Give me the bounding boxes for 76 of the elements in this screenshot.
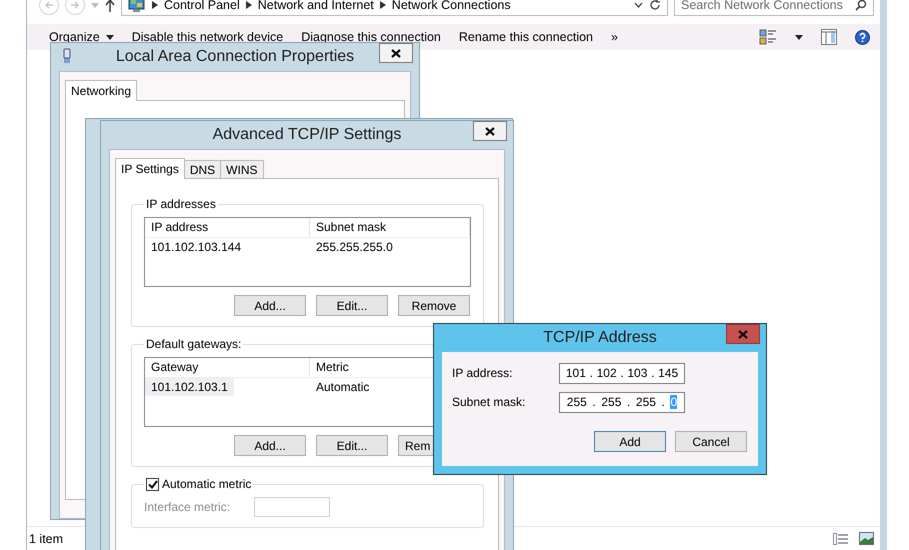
chevron-right-icon [380,1,386,9]
window-title: TCP/IP Address [543,328,657,346]
dialog-button[interactable]: Add... [234,295,306,316]
close-icon [391,48,401,58]
close-button[interactable] [473,121,507,141]
command-button[interactable]: Rename this connection [458,30,593,44]
large-icons-view-icon[interactable] [859,532,874,545]
close-button[interactable] [379,43,413,63]
tab[interactable]: DNS [184,160,222,179]
address-bar[interactable]: Control Panel Network and Internet Network Connections [121,0,668,16]
window-title: Advanced TCP/IP Settings [212,126,402,144]
chevron-right-icon [152,1,158,9]
up-arrow-icon[interactable] [105,0,115,12]
chevron-right-icon [246,1,252,9]
window-title: Local Area Connection Properties [116,48,354,66]
details-view-icon[interactable] [833,532,849,545]
status-text: 1 item [29,532,64,546]
dialog-button[interactable]: Edit... [316,435,388,456]
right-arrow-icon [70,0,80,10]
command-button[interactable]: Disable this network device [132,30,284,44]
table-cell: 101.102.103.1 [145,378,234,396]
octet: 255 [601,395,622,409]
group-title: Default gateways: [145,337,242,351]
breadcrumb-item[interactable]: Control Panel [164,0,240,12]
separator: . [592,395,596,409]
separator: . [620,366,624,380]
view-options-icon[interactable] [759,29,777,45]
separator: . [626,395,630,409]
chevron-down-icon[interactable] [634,2,643,8]
caret-icon [106,34,114,40]
list-view[interactable]: IP address Subnet mask 101.102.103.144 255.255.255.0 [144,217,471,287]
breadcrumb-item[interactable]: Network Connections [392,0,511,12]
table-cell-text: Automatic [315,379,370,396]
separator: . [651,366,654,380]
dialog-button[interactable]: Add [594,431,666,452]
octet: 0 [670,395,678,409]
breadcrumb-item[interactable]: Network and Internet [258,0,374,12]
octet: 255 [566,395,587,409]
search-icon [855,0,867,11]
dialog-button[interactable]: Remove [398,295,470,316]
octet: 102 [596,366,617,380]
octet: 101 [566,366,586,380]
dialog-button[interactable]: Edit... [316,295,388,316]
search-field[interactable]: Search Network Connections [674,0,874,16]
command-button[interactable]: Organize [49,30,114,44]
octet: 103 [627,366,648,380]
table-cell-text: 255.255.255.0 [315,239,394,256]
tab[interactable]: IP Settings [115,158,185,179]
octet: 255 [636,395,656,409]
tab[interactable]: WINS [220,160,264,179]
dialog-button[interactable]: Add... [234,435,306,456]
ip-address-field[interactable]: 255 . 255 . 255 . 0 [559,392,685,412]
field-label: Interface metric: [144,500,230,514]
tab[interactable]: Networking [65,80,138,101]
command-button[interactable]: Diagnose this connection [301,30,441,44]
octet: 145 [658,366,678,380]
column-header[interactable]: Gateway [145,358,310,377]
preview-pane-icon[interactable] [821,29,837,45]
refresh-icon[interactable] [649,0,661,11]
network-adapter-icon [63,48,71,64]
separator: . [662,395,665,409]
ip-address-field[interactable]: 101 . 102 . 103 . 145 [559,362,685,384]
column-header[interactable]: Subnet mask [310,218,470,237]
group-title: IP addresses [145,197,217,211]
help-icon[interactable] [855,30,870,44]
close-icon [485,126,495,136]
column-header[interactable]: IP address [145,218,310,237]
separator: . [590,366,593,380]
checkmark-icon [148,480,158,488]
dialog-button[interactable]: Cancel [675,431,747,452]
close-icon [738,330,748,338]
left-arrow-icon [44,0,54,10]
command-button[interactable]: » [611,30,618,44]
caret-icon [795,34,803,40]
control-panel-icon [128,0,146,13]
table-cell-text: 101.102.103.144 [150,239,242,256]
